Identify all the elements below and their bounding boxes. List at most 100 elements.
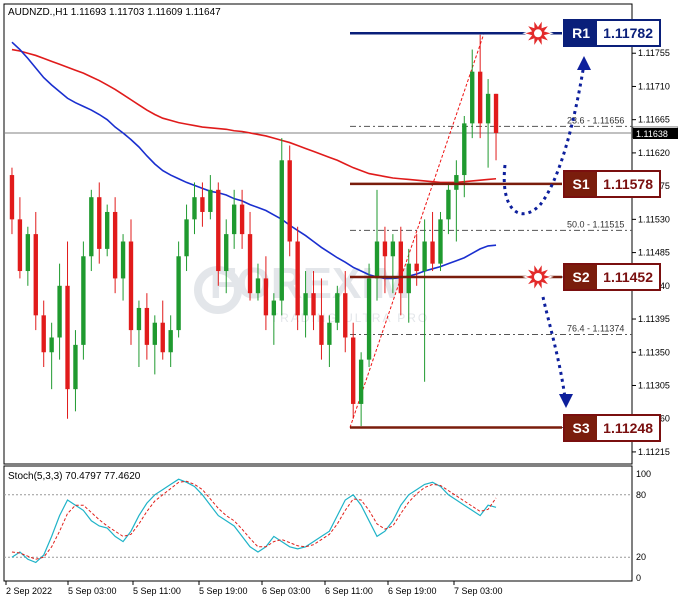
candle-body — [57, 285, 62, 338]
candle-body — [263, 278, 269, 316]
stochastic-panel: 100 80 20 0 — [4, 469, 651, 583]
burst-r1-icon-center — [534, 29, 542, 38]
candle-body — [430, 241, 435, 264]
arrow-head-up-icon — [577, 56, 591, 70]
candle-body — [17, 219, 23, 272]
stoch-tick-label: 0 — [636, 573, 641, 583]
time-tick-label: 5 Sep 11:00 — [133, 586, 181, 596]
candle-body — [112, 211, 118, 279]
candle-body — [351, 337, 356, 404]
level-name: S2 — [565, 264, 598, 289]
candle-body — [422, 241, 427, 272]
level-name: R1 — [565, 21, 598, 46]
price-axis: 1.117551.117101.116651.116201.115751.115… — [632, 48, 678, 457]
time-tick-label: 7 Sep 03:00 — [454, 586, 503, 596]
candle-body — [168, 330, 173, 353]
price-tick-label: 1.11530 — [638, 214, 670, 224]
time-tick-label: 5 Sep 19:00 — [199, 586, 248, 596]
candle-body — [25, 234, 31, 272]
candle-body — [192, 197, 197, 220]
fib-label: 76.4 - 1.11374 — [567, 324, 624, 334]
candle-body — [81, 256, 86, 345]
price-tick-label: 1.11710 — [638, 81, 670, 91]
candle-body — [231, 204, 237, 235]
candle-body — [136, 307, 142, 331]
time-tick-label: 6 Sep 03:00 — [262, 586, 311, 596]
watermark-subtext: TRADING ULTRA PRO — [271, 311, 429, 325]
price-tick-label: 1.11665 — [638, 115, 670, 125]
time-tick-label: 6 Sep 19:00 — [388, 586, 437, 596]
time-tick-label: 6 Sep 11:00 — [325, 586, 373, 596]
stoch-signal-line — [11, 480, 497, 560]
candle-body — [216, 189, 221, 272]
candle-body — [366, 278, 372, 360]
candle-body — [398, 241, 403, 294]
forecast-arrow-down — [541, 296, 567, 399]
stoch-main-line — [11, 478, 497, 564]
level-label-s3: S3 1.11248 — [563, 413, 661, 442]
level-name: S3 — [565, 415, 598, 440]
price-tick-label: 1.11395 — [638, 314, 670, 324]
candle-body — [303, 293, 308, 316]
price-tick-label: 1.11215 — [638, 447, 670, 457]
candle-body — [65, 285, 70, 390]
candle-body — [89, 197, 94, 257]
price-tick-label: 1.11305 — [638, 380, 670, 390]
moving-average-red-line — [11, 48, 497, 184]
fib-label: 23.6 - 1.11656 — [567, 115, 624, 125]
candle-body — [493, 93, 499, 133]
price-tick-label: 1.11485 — [638, 248, 670, 258]
candle-body — [239, 204, 245, 235]
candle-body — [160, 322, 165, 353]
candle-body — [335, 293, 340, 323]
candle-body — [208, 189, 213, 212]
candle-body — [414, 263, 419, 272]
candle-body — [485, 93, 491, 124]
candle-body — [446, 189, 451, 220]
bid-price-label: 1.11638 — [636, 129, 668, 139]
candle-body — [279, 160, 284, 301]
candle-body — [120, 241, 126, 279]
stoch-tick-label: 80 — [636, 490, 646, 500]
candle-body — [311, 293, 316, 316]
candle-body — [390, 241, 396, 257]
candle-body — [184, 219, 189, 257]
candle-body — [49, 337, 54, 353]
fibonacci-levels: 23.6 - 1.1165650.0 - 1.1151561.8 - 1.114… — [349, 33, 632, 429]
candle-body — [406, 263, 411, 294]
stochastic-frame — [3, 465, 633, 582]
level-label-s1: S1 1.11578 — [563, 169, 661, 198]
candle-body — [271, 300, 277, 316]
candle-body — [470, 71, 475, 124]
candle-body — [295, 241, 300, 316]
candle-body — [200, 197, 205, 212]
candlesticks — [9, 34, 499, 427]
candle-body — [144, 307, 150, 345]
candle-body — [9, 175, 15, 220]
level-value: 1.11578 — [603, 175, 653, 192]
candle-body — [105, 211, 110, 249]
candle-body — [327, 322, 332, 345]
candle-body — [33, 234, 38, 316]
stoch-tick-label: 20 — [636, 552, 646, 562]
candle-body — [462, 123, 467, 176]
stoch-tick-label: 100 — [636, 469, 651, 479]
candle-body — [477, 71, 483, 124]
level-value: 1.11452 — [603, 268, 653, 285]
candle-body — [287, 160, 292, 242]
candle-body — [438, 219, 443, 264]
price-tick-label: 1.11620 — [638, 148, 670, 158]
level-value: 1.11248 — [603, 419, 653, 436]
fib-label: 50.0 - 1.11515 — [567, 219, 624, 229]
time-tick-label: 5 Sep 03:00 — [68, 586, 117, 596]
level-value: 1.11782 — [603, 25, 653, 42]
stochastic-title: Stoch(5,3,3) 70.4797 77.4620 — [8, 471, 141, 482]
candle-body — [224, 234, 229, 272]
arrow-head-down-icon — [559, 394, 573, 408]
forecast-arrows — [502, 56, 591, 408]
candle-body — [255, 278, 261, 294]
candle-body — [128, 241, 134, 331]
candle-body — [382, 241, 388, 257]
time-axis: 2 Sep 2022 5 Sep 03:00 5 Sep 11:00 5 Sep 19… — [5, 581, 503, 596]
candle-body — [152, 322, 157, 345]
